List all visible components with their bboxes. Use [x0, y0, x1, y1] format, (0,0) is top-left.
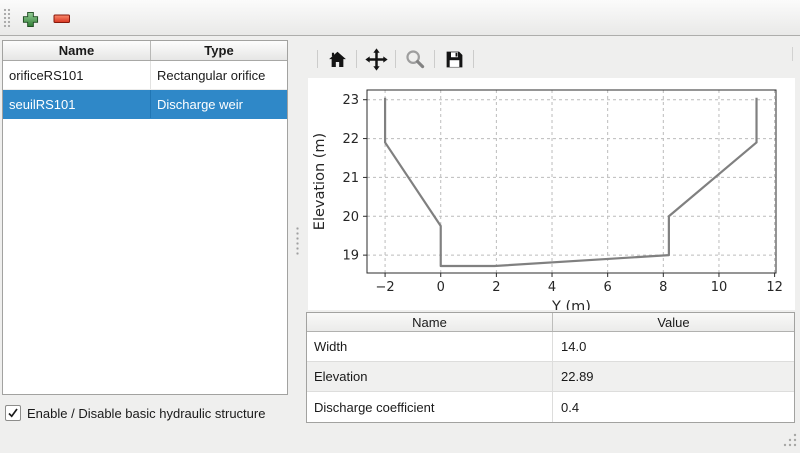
properties-table-header: Name Value [307, 313, 794, 332]
svg-text:6: 6 [604, 280, 612, 295]
checkbox-label: Enable / Disable basic hydraulic structu… [27, 406, 265, 421]
main-toolbar [0, 0, 800, 36]
panel-splitter-handle[interactable] [294, 225, 300, 255]
enable-structure-checkbox[interactable]: Enable / Disable basic hydraulic structu… [5, 405, 265, 421]
property-name-cell: Elevation [307, 362, 553, 391]
checkbox-box[interactable] [5, 405, 21, 421]
window-resize-grip[interactable] [782, 432, 798, 448]
pan-move-icon [365, 48, 388, 71]
table-row[interactable]: Discharge coefficient 0.4 [307, 392, 794, 422]
structure-type-cell[interactable]: Discharge weir [151, 90, 287, 118]
property-value-cell[interactable]: 0.4 [553, 392, 794, 422]
remove-structure-button[interactable] [52, 10, 72, 28]
add-structure-button[interactable] [20, 10, 40, 28]
toolbar-drag-handle[interactable] [3, 8, 11, 29]
svg-text:0: 0 [437, 280, 445, 295]
magnifier-icon [404, 48, 426, 70]
home-icon [327, 49, 348, 70]
zoom-button[interactable] [402, 46, 428, 72]
plus-icon [22, 11, 39, 28]
svg-text:12: 12 [766, 280, 783, 295]
property-name-cell: Discharge coefficient [307, 392, 553, 422]
svg-text:Y (m): Y (m) [551, 299, 591, 310]
toolbar-separator [792, 47, 793, 61]
svg-text:23: 23 [342, 93, 359, 108]
structure-name-cell[interactable]: seuilRS101 [3, 90, 151, 118]
properties-table: Name Value Width 14.0 Elevation 22.89 Di… [306, 312, 795, 423]
svg-text:2: 2 [492, 280, 500, 295]
table-row[interactable]: orificeRS101 Rectangular orifice [3, 61, 287, 90]
svg-text:8: 8 [659, 280, 667, 295]
svg-text:22: 22 [342, 132, 359, 147]
home-button[interactable] [324, 46, 350, 72]
structures-table: Name Type orificeRS101 Rectangular orifi… [2, 40, 288, 395]
column-header-value[interactable]: Value [553, 313, 794, 331]
toolbar-separator [473, 50, 474, 68]
structure-name-cell[interactable]: orificeRS101 [3, 61, 151, 89]
toolbar-separator [356, 50, 357, 68]
svg-text:10: 10 [711, 280, 728, 295]
pan-button[interactable] [363, 46, 389, 72]
svg-text:4: 4 [548, 280, 556, 295]
checkmark-icon [7, 407, 19, 419]
svg-text:−2: −2 [375, 280, 394, 295]
svg-text:21: 21 [342, 171, 359, 186]
table-row[interactable]: Elevation 22.89 [307, 362, 794, 392]
plot-toolbar [311, 45, 480, 73]
property-value-cell[interactable]: 22.89 [553, 362, 794, 391]
toolbar-separator [317, 50, 318, 68]
profile-chart[interactable]: −2 0 2 4 6 8 10 12 19 20 21 22 23 Elevation (m) Y (m) [308, 78, 795, 310]
svg-text:Elevation (m): Elevation (m) [312, 133, 328, 230]
column-header-name[interactable]: Name [3, 41, 151, 60]
column-header-type[interactable]: Type [151, 41, 287, 60]
column-header-name[interactable]: Name [307, 313, 553, 331]
save-button[interactable] [441, 46, 467, 72]
svg-text:20: 20 [342, 210, 359, 225]
property-name-cell: Width [307, 332, 553, 361]
toolbar-separator [434, 50, 435, 68]
save-floppy-icon [444, 49, 465, 70]
minus-icon [53, 14, 71, 24]
resize-grip-dots [782, 432, 798, 448]
table-row[interactable]: seuilRS101 Discharge weir [3, 90, 287, 119]
structure-type-cell[interactable]: Rectangular orifice [151, 61, 287, 89]
cross-section-chart-panel: −2 0 2 4 6 8 10 12 19 20 21 22 23 Elevation (m) Y (m) [308, 78, 795, 310]
property-value-cell[interactable]: 14.0 [553, 332, 794, 361]
svg-text:19: 19 [342, 249, 359, 264]
toolbar-separator [395, 50, 396, 68]
table-row[interactable]: Width 14.0 [307, 332, 794, 362]
structures-table-header: Name Type [3, 41, 287, 61]
